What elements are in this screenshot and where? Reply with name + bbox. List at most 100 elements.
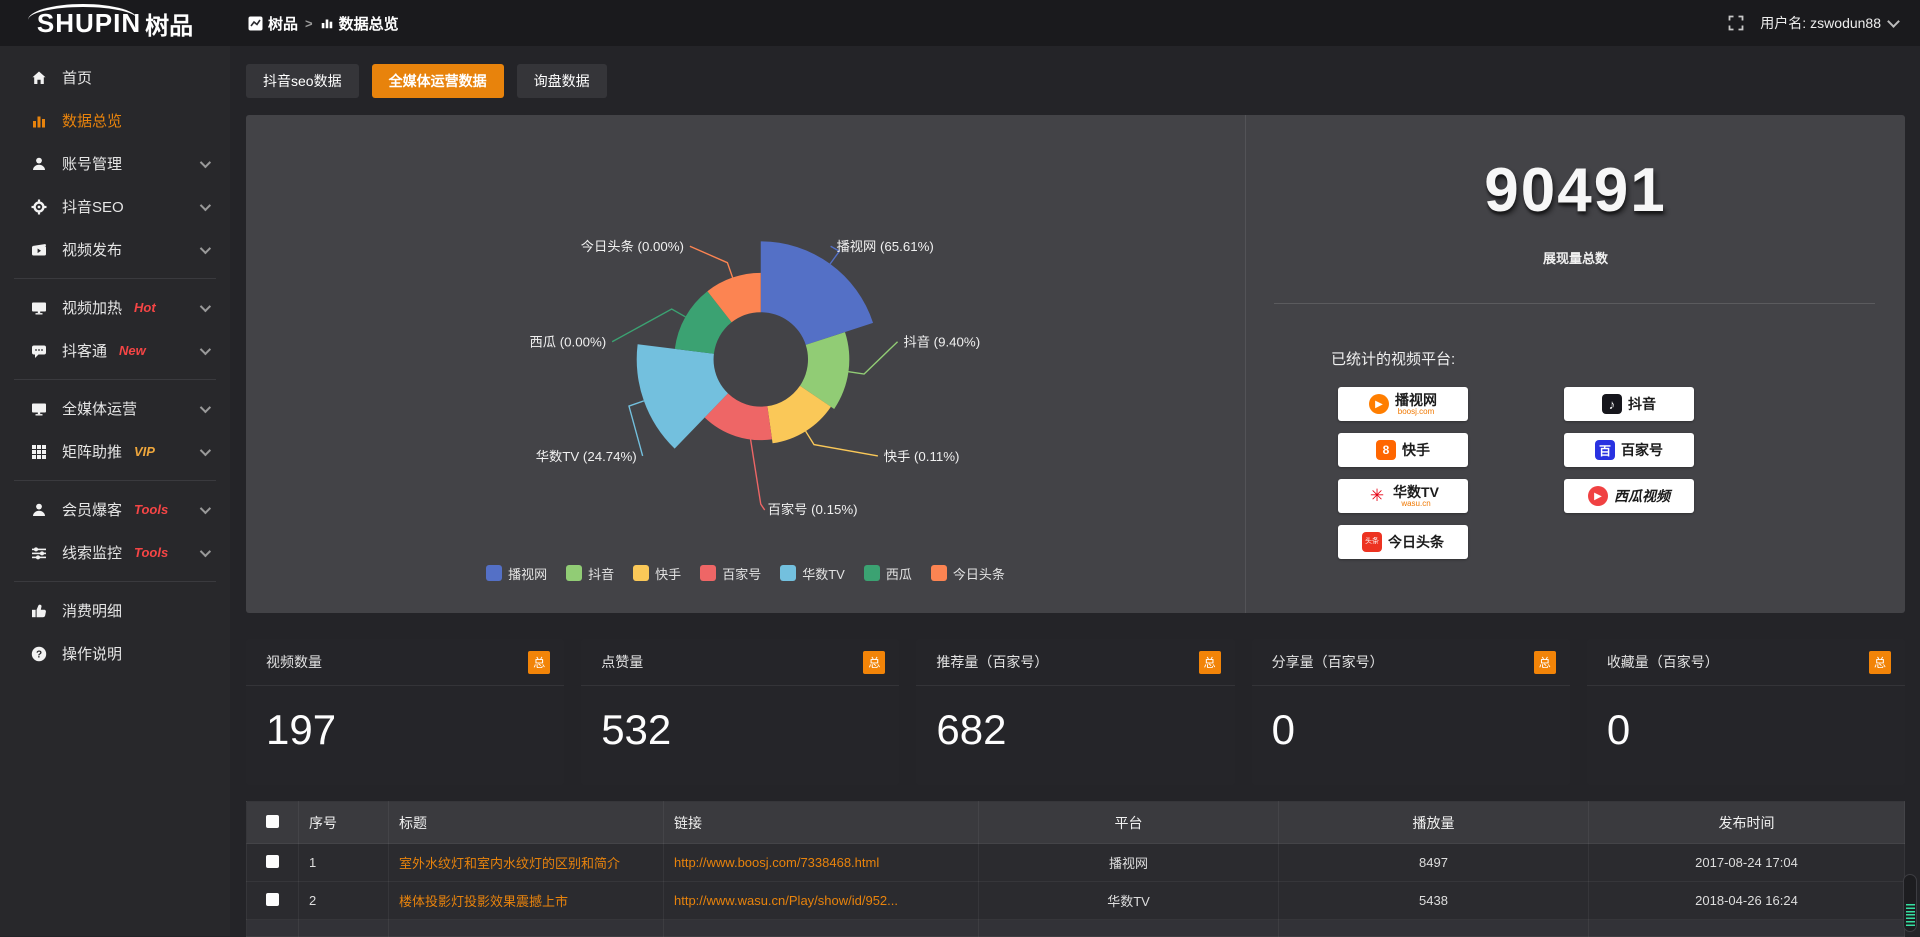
sidebar-item-账号管理[interactable]: 账号管理 [0,142,230,185]
select-all-cell [247,802,299,844]
tab-抖音seo数据[interactable]: 抖音seo数据 [246,64,359,98]
total-badge: 总 [1869,651,1891,674]
sidebar: 首页数据总览账号管理抖音SEO 视频发布视频加热Hot抖客通New 全媒体运营矩阵助… [0,46,230,936]
legend-swatch [633,565,649,581]
cell-title[interactable]: 楼体投影灯投影效果震撼上市 [389,882,664,920]
sidebar-item-数据总览[interactable]: 数据总览 [0,99,230,142]
legend-swatch [931,565,947,581]
stat-card-label: 点赞量 [601,652,643,672]
platform-name: 快手 [1402,443,1430,457]
sidebar-item-抖客通[interactable]: 抖客通New [0,329,230,372]
sidebar-item-视频发布[interactable]: 视频发布 [0,228,230,271]
pie-slice-播视网[interactable] [761,241,873,345]
sidebar-item-label: 视频发布 [62,239,122,260]
sidebar-item-首页[interactable]: 首页 [0,56,230,99]
toutiao-icon: 头条 [1362,532,1382,552]
username-menu[interactable]: 用户名: zswodun88 [1760,13,1898,33]
stat-card-header: 收藏量（百家号）总 [1587,639,1905,686]
platforms-label: 已统计的视频平台: [1331,348,1905,369]
logo-arc [28,4,138,20]
cell-no: 1 [299,844,389,882]
legend-label: 今日头条 [953,564,1005,583]
legend-swatch [700,565,716,581]
sidebar-item-操作说明[interactable]: ?操作说明 [0,632,230,675]
breadcrumb-separator: > [305,16,313,31]
stat-card-视频数量: 视频数量总197 [246,639,564,785]
legend-item-播视网[interactable]: 播视网 [486,564,547,583]
legend-swatch [780,565,796,581]
kuaishou-icon: 8 [1376,440,1396,460]
row-checkbox[interactable] [266,893,279,906]
total-impressions-value: 90491 [1246,155,1905,226]
tab-全媒体运营数据[interactable]: 全媒体运营数据 [372,64,504,98]
legend-item-西瓜[interactable]: 西瓜 [864,564,912,583]
total-badge: 总 [1534,651,1556,674]
sidebar-item-tag: Tools [134,502,168,517]
sidebar-item-会员爆客[interactable]: 会员爆客Tools [0,488,230,531]
cell-platform: 华数TV [979,882,1279,920]
sidebar-item-矩阵助推[interactable]: 矩阵助推VIP [0,430,230,473]
platform-badge-西瓜视频: ▶西瓜视频 [1564,479,1694,513]
cell-link[interactable]: http://www.boosj.com/7338468.html [664,844,979,882]
chat-icon [30,343,47,359]
legend-swatch [566,565,582,581]
bar-chart-icon [320,16,334,30]
pie-label-百家号: 百家号 (0.15%) [768,501,858,517]
row-select-cell [247,844,299,882]
platform-badge-快手: 8 快手 [1338,433,1468,467]
cell-title[interactable]: 室外水纹灯和室内水纹灯的区别和简介 [389,844,664,882]
logo-cjk-text: 树品 [145,6,193,41]
help-icon: ? [30,646,47,662]
sidebar-item-label: 抖音SEO [62,196,124,217]
row-checkbox[interactable] [266,855,279,868]
column-header-序号: 序号 [299,802,389,844]
sidebar-item-视频加热[interactable]: 视频加热Hot [0,286,230,329]
legend-item-华数TV[interactable]: 华数TV [780,564,845,583]
main-content: 抖音seo数据全媒体运营数据询盘数据 播视网 (65.61%)抖音 (9.40%… [230,46,1905,936]
sidebar-item-label: 消费明细 [62,600,122,621]
fullscreen-icon[interactable] [1728,15,1744,31]
sidebar-item-消费明细[interactable]: 消费明细 [0,589,230,632]
svg-text:?: ? [35,649,41,660]
sidebar-item-抖音SEO[interactable]: 抖音SEO [0,185,230,228]
stat-cards-row: 视频数量总197点赞量总532推荐量（百家号）总682分享量（百家号）总0收藏量… [246,639,1905,785]
stat-card-header: 推荐量（百家号）总 [916,639,1234,686]
cell-link[interactable]: http://www.wasu.cn/Play/show/id/952... [664,882,979,920]
play-icon: ▶ [1369,394,1389,414]
floating-widget[interactable] [1903,874,1917,932]
pie-label-line-今日头条 [690,246,733,277]
total-impressions-label: 展现量总数 [1246,248,1905,267]
platform-subtext: wasu.cn [1401,499,1430,508]
cell-plays: 5438 [1279,882,1589,920]
sidebar-divider [14,278,216,279]
chevron-down-icon [200,343,211,354]
legend-item-今日头条[interactable]: 今日头条 [931,564,1005,583]
chevron-down-icon [1887,15,1900,28]
summary-panel: 90491 展现量总数 已统计的视频平台: ▶播视网boosj.com♪抖音8快… [1245,115,1905,613]
platform-name: 西瓜视频 [1614,489,1670,503]
platform-badge-播视网: ▶播视网boosj.com [1338,387,1468,421]
legend-item-抖音[interactable]: 抖音 [566,564,614,583]
breadcrumb-root[interactable]: 树品 [248,13,298,34]
pie-slice-华数TV[interactable] [637,344,728,448]
legend-item-快手[interactable]: 快手 [633,564,681,583]
breadcrumb-current[interactable]: 数据总览 [320,13,399,34]
tab-询盘数据[interactable]: 询盘数据 [517,64,607,98]
sidebar-item-label: 抖客通 [62,340,107,361]
sidebar-item-线索监控[interactable]: 线索监控Tools [0,531,230,574]
legend-item-百家号[interactable]: 百家号 [700,564,761,583]
platform-name: 今日头条 [1388,535,1444,549]
sidebar-item-label: 线索监控 [62,542,122,563]
legend-label: 西瓜 [886,564,912,583]
app-logo[interactable]: SHUPIN 树品 [0,0,230,46]
table-row: 2楼体投影灯投影效果震撼上市http://www.wasu.cn/Play/sh… [247,882,1905,920]
breadcrumb-current-label: 数据总览 [339,13,399,34]
sidebar-item-全媒体运营[interactable]: 全媒体运营 [0,387,230,430]
select-all-checkbox[interactable] [266,815,279,828]
cell-plays: 8497 [1279,844,1589,882]
chevron-down-icon [200,242,211,253]
pie-label-快手: 快手 (0.11%) [884,449,960,464]
pie-label-line-西瓜 [612,309,685,342]
video-icon [30,242,47,258]
pie-label-华数TV: 华数TV (24.74%) [536,449,637,464]
